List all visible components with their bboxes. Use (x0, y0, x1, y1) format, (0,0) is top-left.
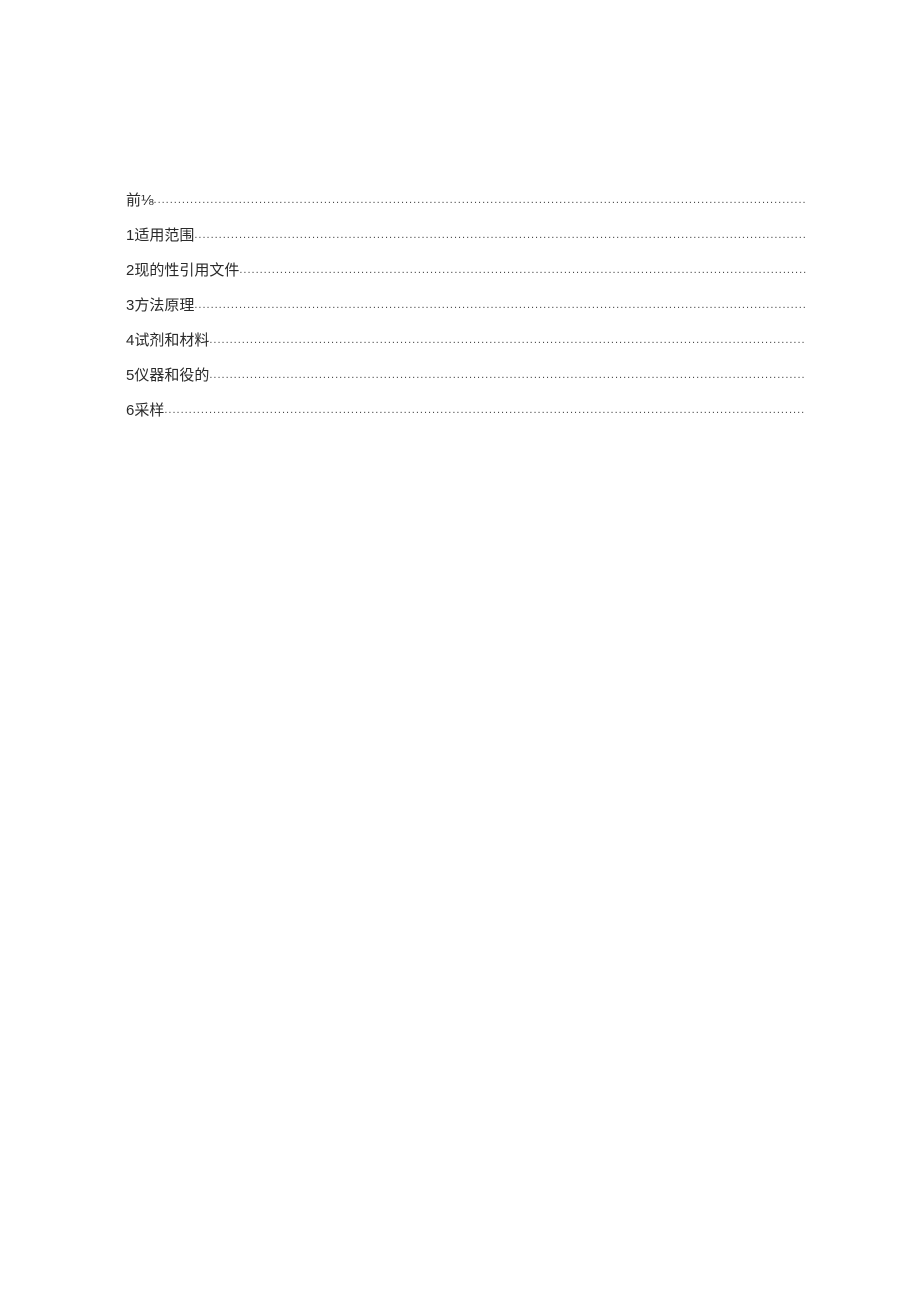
toc-leader-dots (194, 299, 806, 311)
toc-entry-label: 2现的性引用文件 (126, 259, 239, 280)
toc-leader-dots (209, 369, 806, 381)
toc-entry: 3方法原理 (126, 294, 806, 315)
toc-entry: 4试剂和材料 (126, 329, 806, 350)
toc-leader-dots (194, 229, 806, 241)
page-content: 前⅛ 1适用范围 2现的性引用文件 3方法原理 4试剂和材料 5仪器和役的 6采… (0, 0, 920, 420)
toc-entry-label: 前⅛ (126, 189, 154, 210)
toc-entry: 前⅛ (126, 189, 806, 210)
toc-entry-label: 1适用范围 (126, 224, 194, 245)
toc-entry: 6采样 (126, 399, 806, 420)
toc-entry-label: 6采样 (126, 399, 164, 420)
toc-entry-label: 3方法原理 (126, 294, 194, 315)
toc-leader-dots (239, 264, 806, 276)
toc-entry-label: 4试剂和材料 (126, 329, 209, 350)
toc-entry: 5仪器和役的 (126, 364, 806, 385)
toc-entry-label: 5仪器和役的 (126, 364, 209, 385)
toc-entry: 1适用范围 (126, 224, 806, 245)
toc-leader-dots (164, 404, 806, 416)
toc-leader-dots (209, 334, 806, 346)
toc-leader-dots (154, 194, 806, 206)
toc-entry: 2现的性引用文件 (126, 259, 806, 280)
